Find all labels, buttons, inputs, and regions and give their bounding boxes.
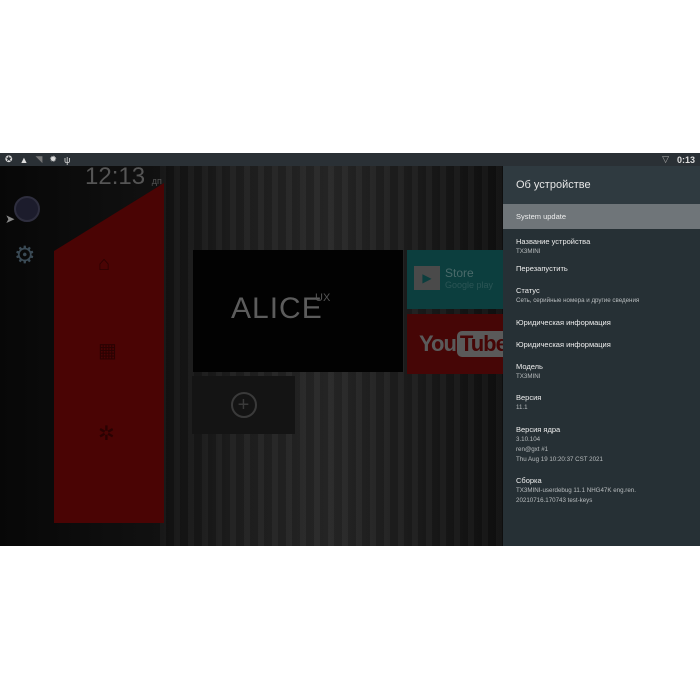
launcher-settings-icon[interactable]: ⚙ xyxy=(14,241,36,270)
settings-item[interactable]: Юридическая информация xyxy=(503,340,700,349)
settings-item-title: Перезапустить xyxy=(516,263,568,273)
settings-item-title: Версия ядра xyxy=(516,425,561,434)
settings-cog-icon: ✪ xyxy=(5,154,13,164)
settings-item[interactable]: Версия ядра 3.10.104 ren@gxt #1 Thu Aug 19 … xyxy=(503,425,700,463)
settings-item-title: Модель xyxy=(516,361,543,371)
youtube-you: You xyxy=(419,331,457,356)
settings-item-subtitle: TX3MINI xyxy=(516,372,541,380)
settings-item[interactable]: Перезапустить xyxy=(503,264,700,273)
settings-item-title: Юридическая информация xyxy=(516,339,611,349)
panel-title: Об устройстве xyxy=(503,166,700,204)
home-icon[interactable]: ⌂ xyxy=(98,253,110,276)
settings-item-title: Юридическая информация xyxy=(516,317,611,327)
play-store-tile[interactable]: ▶ Store Google play xyxy=(407,250,503,309)
settings-icon[interactable]: ✲ xyxy=(98,421,115,446)
settings-item-subtitle: Thu Aug 19 10:20:37 CST 2021 xyxy=(516,455,603,463)
settings-item-title: Название устройства xyxy=(516,237,591,246)
settings-item-title: Статус xyxy=(516,285,540,295)
play-store-icon: ▶ xyxy=(414,266,440,290)
settings-item[interactable]: Название устройства TX3MINI xyxy=(503,237,700,256)
clock-time: 12:13 xyxy=(85,163,146,190)
alice-title: ALICE xyxy=(231,292,323,325)
status-time: 0:13 xyxy=(676,154,695,165)
settings-item[interactable]: Статус Сеть, серийные номера и другие све… xyxy=(503,286,700,305)
about-device-panel: Об устройстве System update Название устр… xyxy=(503,166,700,546)
settings-item-title: Сборка xyxy=(516,476,542,486)
mouse-cursor-icon: ➤ xyxy=(5,212,16,226)
settings-item-title: Версия xyxy=(516,393,542,403)
settings-item[interactable]: System update xyxy=(503,204,700,229)
wifi-weak-icon: ◥ xyxy=(35,154,43,164)
settings-item[interactable]: Модель TX3MINI xyxy=(503,362,700,381)
settings-item-title: System update xyxy=(516,212,567,221)
youtube-tube: Tube xyxy=(456,331,510,357)
store-subtitle: Google play xyxy=(445,280,494,290)
warning-icon: ▲ xyxy=(19,154,29,165)
settings-item-subtitle: TX3MINI-userdebug 11.1 NHG47K eng.ren. xyxy=(516,487,636,495)
status-bar: ✪ ▲ ◥ ✹ ψ ▽ 0:13 xyxy=(0,153,700,166)
settings-item-subtitle: ren@gxt #1 xyxy=(516,445,549,453)
add-app-tile[interactable]: + xyxy=(192,376,295,434)
launcher-clock: 12:13 дп xyxy=(85,163,162,191)
settings-item-subtitle: 20210716.170743 test-keys xyxy=(516,497,593,504)
tv-screen: ✪ ▲ ◥ ✹ ψ ▽ 0:13 12:13 дп ➤ ⚙ ⌂ ▦ ✲ ALIC… xyxy=(0,153,700,546)
gear-icon: ✹ xyxy=(49,154,57,164)
store-title: Store xyxy=(445,266,474,280)
alice-ux-tile[interactable]: ALICE UX xyxy=(193,250,403,372)
youtube-tile[interactable]: You Tube xyxy=(407,314,510,374)
settings-item-subtitle: 3.10.104 xyxy=(516,436,541,443)
profile-orb-button[interactable] xyxy=(14,196,40,222)
plus-icon: + xyxy=(230,392,257,418)
settings-item[interactable]: Версия 11.1 xyxy=(503,393,700,412)
usb-icon: ψ xyxy=(63,154,71,165)
settings-item[interactable]: Юридическая информация xyxy=(503,318,700,327)
settings-item-subtitle: TX3MINI xyxy=(516,248,541,255)
apps-icon[interactable]: ▦ xyxy=(98,338,117,363)
wifi-icon: ▽ xyxy=(662,154,669,164)
settings-item[interactable]: Сборка TX3MINI-userdebug 11.1 NHG47K eng.… xyxy=(503,476,700,505)
settings-item-subtitle: 11.1 xyxy=(516,404,528,412)
settings-item-subtitle: Сеть, серийные номера и другие сведения xyxy=(516,296,640,304)
alice-sup: UX xyxy=(315,292,331,304)
clock-ampm: дп xyxy=(151,176,162,186)
